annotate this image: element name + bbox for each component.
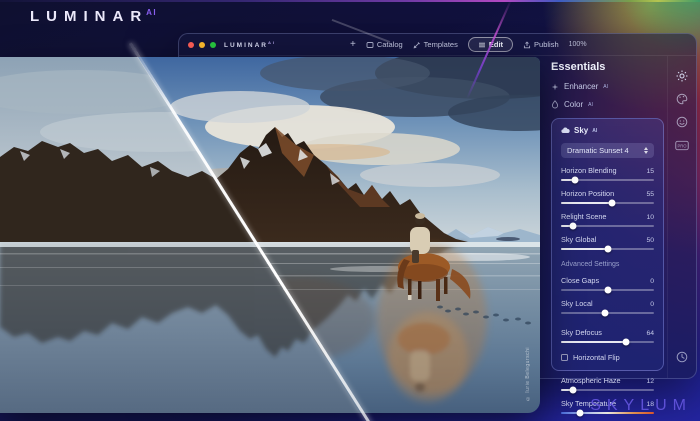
sky-label: Sky [574,126,588,135]
slider-track[interactable] [561,225,654,227]
horizontal-flip-label: Horizontal Flip [573,353,620,362]
rainbow-top-edge [0,0,700,2]
tool-color[interactable]: Color AI [551,100,665,109]
color-label: Color [564,100,583,109]
slider-label: Sky Local [561,299,593,308]
enhancer-icon [551,83,559,91]
traffic-lights [188,42,216,48]
slider-label: Horizon Blending [561,166,617,175]
slider-label: Atmospheric Haze [561,376,621,385]
photo-canvas[interactable]: © Iurie Belegurschi [0,57,540,413]
slider-atmospheric-haze: Atmospheric Haze 12 [561,376,654,391]
photographer-watermark: © Iurie Belegurschi [525,347,531,401]
slider-track[interactable] [561,179,654,181]
zoom-window-button[interactable] [210,42,216,48]
creative-palette-icon[interactable] [675,92,689,106]
window-title-ai-sup: AI [268,40,276,45]
logo-ai-sup: AI [146,8,157,17]
templates-icon [413,41,421,49]
slider-value: 10 [646,214,654,221]
sky-ai-card: Sky AI Dramatic Sunset 4 Horizon Blending… [551,118,664,371]
chevron-updown-icon [644,147,648,154]
slider-label: Sky Defocus [561,328,602,337]
slider-thumb[interactable] [601,310,608,317]
slider-track[interactable] [561,289,654,291]
slider-label: Horizon Position [561,189,614,198]
catalog-icon [366,41,374,49]
slider-value: 50 [646,237,654,244]
cloud-icon [561,127,570,134]
enhancer-label: Enhancer [564,82,598,91]
svg-text:PRO: PRO [677,143,687,148]
edit-icon [478,41,486,49]
slider-label: Close Gaps [561,276,599,285]
slider-thumb[interactable] [609,200,616,207]
slider-sky-global: Sky Global 50 [561,235,654,250]
tool-enhancer[interactable]: Enhancer AI [551,82,665,91]
checkbox-unchecked[interactable] [561,354,568,361]
slider-track[interactable] [561,248,654,250]
luminar-logo: LUMINARAI [30,8,157,25]
slider-track[interactable] [561,341,654,343]
main-toolbar: + Catalog Templates Edit Publish 100 [350,37,612,52]
professional-pro-icon[interactable]: PRO [675,138,689,152]
enhancer-ai-sup: AI [603,84,608,90]
edit-panel: Essentials EnhancerAI ColorAI SkyAI Dram [541,56,667,378]
window-titlebar: LUMINARAI + Catalog Templates Edit Pub [179,34,696,56]
category-icon-strip: PRO [667,56,696,378]
templates-label: Templates [424,40,458,49]
horizontal-flip-toggle[interactable]: Horizontal Flip [561,353,654,362]
portrait-face-icon[interactable] [675,115,689,129]
slider-label: Sky Global [561,235,596,244]
slider-label: Relight Scene [561,212,606,221]
slider-relight-scene: Relight Scene 10 [561,212,654,227]
slider-thumb[interactable] [623,339,630,346]
slider-value: 64 [646,330,654,337]
slider-value: 55 [646,191,654,198]
slider-thumb[interactable] [570,387,577,394]
slider-track[interactable] [561,389,654,391]
add-photo-button[interactable]: + [350,40,356,50]
slider-close-gaps: Close Gaps 0 [561,276,654,291]
slider-horizon-position: Horizon Position 55 [561,189,654,204]
window-title-text: LUMINAR [224,42,268,49]
zoom-level[interactable]: 100% [569,41,587,48]
sky-preset-value: Dramatic Sunset 4 [567,146,629,155]
close-window-button[interactable] [188,42,194,48]
logo-text: LUMINAR [30,8,148,25]
window-title: LUMINARAI [224,40,276,49]
slider-track[interactable] [561,202,654,204]
slider-sky-local: Sky Local 0 [561,299,654,314]
slider-value: 0 [650,278,654,285]
panel-heading: Essentials [551,61,665,73]
tab-catalog[interactable]: Catalog [366,40,403,49]
landscape-photo [0,57,540,413]
slider-thumb[interactable] [570,223,577,230]
slider-value: 12 [646,378,654,385]
slider-thumb[interactable] [604,287,611,294]
slider-sky-defocus: Sky Defocus 64 [561,328,654,343]
history-clock-icon[interactable] [675,350,689,364]
skylum-wordmark: SKYLUM [590,397,692,415]
color-ai-sup: AI [588,102,593,108]
publish-icon [523,41,531,49]
advanced-settings-heading: Advanced Settings [561,261,654,268]
slider-thumb[interactable] [571,177,578,184]
publish-label: Publish [534,40,559,49]
sky-ai-sup: AI [592,128,597,134]
slider-thumb[interactable] [604,246,611,253]
luminar-promo-banner: LUMINARAI LUMINARAI + Catalog Templates [0,0,700,421]
color-icon [551,100,559,109]
essentials-sun-icon[interactable] [675,69,689,83]
slider-horizon-blending: Horizon Blending 15 [561,166,654,181]
slider-track[interactable] [561,312,654,314]
slider-thumb[interactable] [576,410,583,417]
tab-templates[interactable]: Templates [413,40,458,49]
sky-preset-dropdown[interactable]: Dramatic Sunset 4 [561,143,654,158]
slider-value: 15 [646,168,654,175]
tab-publish[interactable]: Publish [523,40,559,49]
slider-value: 0 [650,301,654,308]
tool-sky[interactable]: Sky AI [561,126,654,135]
minimize-window-button[interactable] [199,42,205,48]
